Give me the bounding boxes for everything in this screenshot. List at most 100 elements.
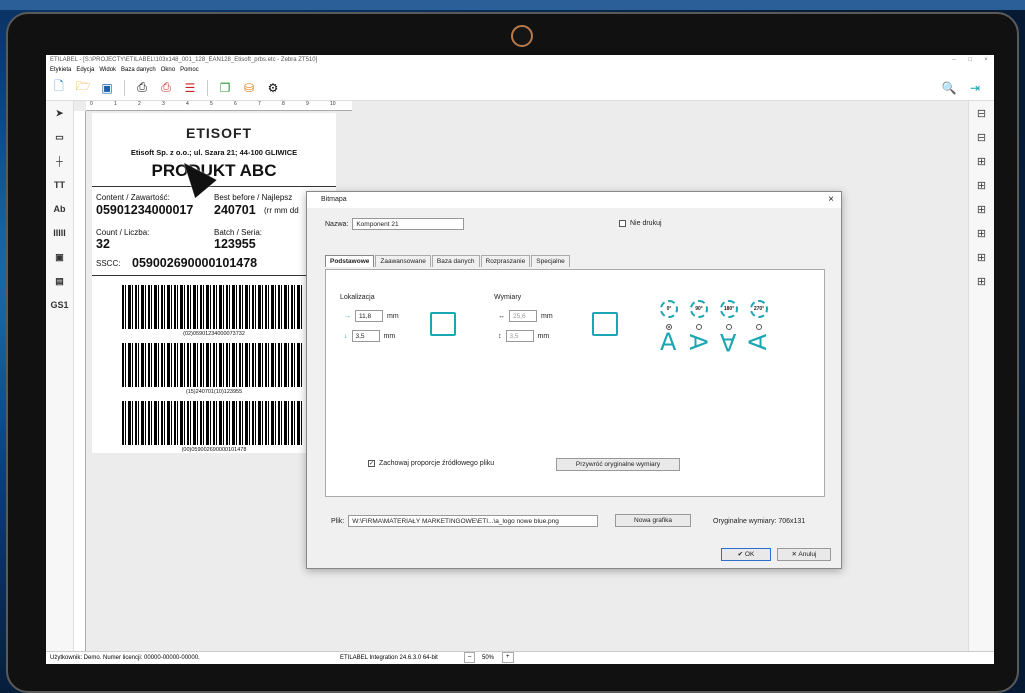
- cancel-label: Anuluj: [798, 551, 817, 558]
- align-top-icon[interactable]: ⊞: [969, 173, 994, 197]
- right-align-toolbox: ⊟ ⊟ ⊞ ⊞ ⊞ ⊞ ⊞ ⊞: [968, 101, 994, 651]
- settings-icon[interactable]: ⚙: [266, 81, 280, 95]
- name-label: Nazwa:: [325, 220, 349, 228]
- restore-size-button[interactable]: Przywróć oryginalne wymiary: [556, 458, 680, 471]
- barcode-2: [122, 343, 302, 387]
- rectangle-tool[interactable]: ▭: [46, 125, 73, 149]
- file-path-input[interactable]: W:\FIRMA\MATERIAŁY MARKETINGOWE\ETI...\a…: [348, 515, 599, 527]
- cancel-button[interactable]: ✕ Anuluj: [777, 548, 831, 561]
- x-position-input[interactable]: 11,8: [355, 310, 383, 322]
- barcode-3: [122, 401, 302, 445]
- barcode-3-text: (00)059002690000101478: [181, 447, 247, 453]
- tab-zaawansowane[interactable]: Zaawansowane: [375, 255, 431, 267]
- dialog-tabs: Podstawowe Zaawansowane Baza danych Rozp…: [325, 255, 570, 267]
- rotate-0-icon[interactable]: 0°: [660, 300, 678, 318]
- barcode-tool[interactable]: IIIII: [46, 221, 73, 245]
- rotate-180-icon[interactable]: 180°: [720, 300, 738, 318]
- select-tool[interactable]: ➤: [46, 101, 73, 125]
- distribute-h-icon[interactable]: ⊞: [969, 245, 994, 269]
- best-before-label: Best before / Najlepsz: [214, 193, 293, 202]
- symbol-tool[interactable]: ▤: [46, 269, 73, 293]
- new-file-icon[interactable]: 🗋: [52, 79, 66, 95]
- line-tool[interactable]: ┼: [46, 149, 73, 173]
- rotate-90-icon[interactable]: 90°: [690, 300, 708, 318]
- database-icon[interactable]: ⛁: [242, 81, 256, 95]
- print-icon[interactable]: ⎙: [135, 80, 149, 95]
- address-text: Etisoft Sp. z o.o.; ul. Szara 21; 44-100…: [130, 148, 298, 157]
- tab-rozpraszanie[interactable]: Rozpraszanie: [480, 255, 531, 267]
- count-value: 32: [96, 237, 110, 251]
- orientation-90-icon: A: [684, 333, 713, 351]
- text-tool[interactable]: TT: [46, 173, 73, 197]
- horizontal-ruler: 0 1 2 3 4 5 6 7 8 9 10: [86, 101, 352, 111]
- copy-icon[interactable]: ❐: [218, 81, 232, 95]
- top-strip: [0, 0, 1025, 10]
- status-bar: Użytkownik: Demo. Numer licencji: 00000-…: [46, 651, 994, 664]
- rich-text-tool[interactable]: Ab: [46, 197, 73, 221]
- rotate-90-radio[interactable]: [696, 324, 702, 330]
- open-folder-icon[interactable]: 🗁: [76, 79, 91, 95]
- align-center-v-icon[interactable]: ⊞: [969, 221, 994, 245]
- zoom-out-button[interactable]: –: [464, 652, 476, 663]
- new-graphic-button[interactable]: Nowa grafika: [615, 514, 691, 527]
- align-center-h-icon[interactable]: ⊞: [969, 149, 994, 173]
- tab-baza-danych[interactable]: Baza danych: [431, 255, 480, 267]
- zoom-in-button[interactable]: +: [502, 652, 514, 663]
- print-list-icon[interactable]: ☰: [183, 81, 197, 95]
- y-position-icon: ↓: [344, 332, 348, 340]
- etisoft-logo: ETISOFT: [186, 125, 253, 141]
- content-value: 05901234000017: [96, 203, 194, 217]
- menu-pomoc[interactable]: Pomoc: [180, 65, 199, 75]
- no-print-checkbox[interactable]: [619, 220, 626, 227]
- width-unit-label: mm: [541, 312, 553, 320]
- window-title: ETILABEL - [S:\PROJECTY\ETILABEL\103x148…: [50, 57, 318, 63]
- location-image-icon: [430, 312, 456, 336]
- align-bottom-icon[interactable]: ⊞: [969, 197, 994, 221]
- menu-etykieta[interactable]: Etykieta: [50, 65, 71, 75]
- width-input[interactable]: 25,6: [509, 310, 537, 322]
- dialog-title: Bitmapa: [321, 196, 347, 203]
- maximize-button[interactable]: □: [962, 55, 978, 65]
- tab-specjalne[interactable]: Specjalne: [531, 255, 570, 267]
- align-left-icon[interactable]: ⊟: [969, 101, 994, 125]
- name-input[interactable]: Komponent 21: [352, 218, 465, 230]
- save-icon[interactable]: ▣: [100, 81, 114, 95]
- design-canvas[interactable]: 0 1 2 3 4 5 6 7 8 9 10 ETISOFT Etisoft S…: [74, 101, 968, 651]
- label-preview[interactable]: ETISOFT Etisoft Sp. z o.o.; ul. Szara 21…: [92, 113, 336, 453]
- menu-widok[interactable]: Widok: [99, 65, 116, 75]
- menu-edycja[interactable]: Edycja: [76, 65, 94, 75]
- license-text: Użytkownik: Demo. Numer licencji: 00000-…: [50, 655, 200, 661]
- y-position-input[interactable]: 3,5: [351, 330, 380, 342]
- menu-baza-danych[interactable]: Baza danych: [121, 65, 156, 75]
- height-icon: ↕: [498, 332, 502, 340]
- print-setup-icon[interactable]: ⎙: [159, 80, 173, 95]
- no-print-label: Nie drukuj: [630, 220, 662, 227]
- sscc-label: SSCC:: [96, 259, 121, 268]
- exit-icon[interactable]: ⇥: [968, 81, 982, 95]
- content-label: Content / Zawartość:: [96, 193, 170, 202]
- menu-okno[interactable]: Okno: [161, 65, 175, 75]
- zoom-icon[interactable]: 🔍: [942, 81, 957, 95]
- keep-ratio-label: Zachowaj proporcje źródłowego pliku: [379, 460, 495, 467]
- barcode-1-text: (02)05901234000073732: [183, 331, 245, 337]
- barcode-1: [122, 285, 302, 329]
- ok-button[interactable]: ✔ OK: [721, 548, 771, 561]
- minimize-button[interactable]: –: [946, 55, 962, 65]
- dialog-close-button[interactable]: ×: [821, 192, 841, 208]
- rotate-270-radio[interactable]: [756, 324, 762, 330]
- width-icon: ↔: [498, 312, 505, 320]
- keep-ratio-checkbox[interactable]: ✓: [368, 460, 375, 467]
- image-tool[interactable]: ▣: [46, 245, 73, 269]
- batch-label: Batch / Seria:: [214, 228, 263, 237]
- vertical-ruler: [74, 111, 86, 651]
- divider: [92, 275, 336, 276]
- batch-value: 123955: [214, 237, 256, 251]
- tab-podstawowe[interactable]: Podstawowe: [325, 255, 375, 267]
- menu-bar: Etykieta Edycja Widok Baza danych Okno P…: [46, 65, 994, 75]
- distribute-v-icon[interactable]: ⊞: [969, 269, 994, 293]
- gs1-tool[interactable]: GS1: [46, 293, 73, 317]
- close-window-button[interactable]: ×: [978, 55, 994, 65]
- align-right-icon[interactable]: ⊟: [969, 125, 994, 149]
- height-input[interactable]: 3,5: [505, 330, 534, 342]
- rotate-270-icon[interactable]: 270°: [750, 300, 768, 318]
